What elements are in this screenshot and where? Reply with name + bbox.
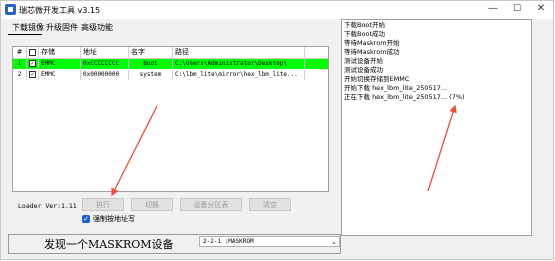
minimize-button[interactable]: — (481, 1, 505, 19)
clear-button[interactable]: 清空 (249, 198, 291, 211)
row-browse[interactable] (305, 70, 328, 80)
maximize-button[interactable]: ☐ (505, 1, 529, 19)
col-header-name: 名字 (129, 47, 173, 58)
partition-table: # 存储 地址 名字 路径 1 ✓ EMMC 0xCCCCCCCC Boot C… (12, 46, 329, 192)
log-line: 下载Boot成功 (344, 30, 385, 38)
col-header-storage: 存储 (39, 47, 81, 58)
row-checkbox[interactable]: ✓ (29, 60, 36, 67)
col-header-num: # (13, 47, 27, 58)
tab-advanced[interactable]: 高级功能 (81, 22, 113, 33)
device-select[interactable]: 2-2-1 :MASKROM ⌄ (199, 236, 340, 247)
tab-upgrade-firmware[interactable]: 升级固件 (46, 22, 78, 33)
col-header-path: 路径 (173, 47, 305, 58)
row-check-cell[interactable]: ✓ (27, 59, 39, 69)
device-partition-table-button[interactable]: 设备分区表 (180, 198, 242, 211)
log-line: 等待Maskrom开始 (344, 39, 400, 47)
table-row[interactable]: 1 ✓ EMMC 0xCCCCCCCC Boot C:\Users\Admini… (13, 59, 328, 69)
app-logo-icon (5, 4, 16, 15)
row-num: 1 (13, 59, 27, 69)
row-name: Boot (129, 59, 173, 69)
log-line: 开始切换存储到EMMC (344, 75, 410, 83)
active-tab-indicator (8, 34, 42, 35)
row-check-cell[interactable]: ✓ (27, 70, 39, 80)
force-address-write-label: 强制按地址写 (93, 215, 135, 223)
loader-version: Loader Ver:1.11 (18, 202, 77, 210)
chevron-down-icon: ⌄ (331, 238, 337, 246)
log-line: 等待Maskrom成功 (344, 48, 400, 56)
log-scrollbar[interactable] (533, 19, 541, 236)
tab-download-image[interactable]: 下载镜像 (12, 22, 44, 33)
log-line: 测试设备开始 (344, 57, 383, 65)
device-status-text: 发现一个MASKROM设备 (44, 238, 174, 251)
run-button[interactable]: 执行 (82, 198, 124, 211)
row-path[interactable]: C:\lbm_lite\mirror\hex_lbm_lite... (173, 70, 305, 80)
table-header: # 存储 地址 名字 路径 (13, 47, 328, 59)
window-title: 瑞芯微开发工具 v3.15 (19, 6, 101, 15)
row-browse[interactable] (305, 59, 328, 69)
log-line: 下载Boot开始 (344, 21, 385, 29)
log-line: 正在下载 hex_lbm_lite_250517... (7%) (344, 93, 465, 101)
switch-button[interactable]: 切换 (131, 198, 173, 211)
col-header-address: 地址 (81, 47, 129, 58)
row-num: 2 (13, 70, 27, 80)
row-address: 0xCCCCCCCC (81, 59, 129, 69)
row-address: 0x00000000 (81, 70, 129, 80)
log-line: 测试设备成功 (344, 66, 383, 74)
row-checkbox[interactable]: ✓ (29, 71, 36, 78)
log-line: 开始下载 hex_lbm_lite_250517... (344, 84, 448, 92)
title-bar: 瑞芯微开发工具 v3.15 — ☐ ✕ (1, 1, 553, 19)
col-header-extra (305, 47, 328, 58)
device-select-value: 2-2-1 :MASKROM (203, 238, 254, 245)
close-button[interactable]: ✕ (529, 1, 553, 19)
row-storage: EMMC (39, 59, 81, 69)
force-address-write-checkbox[interactable]: ✓ (82, 215, 90, 223)
table-row[interactable]: 2 ✓ EMMC 0x00000000 system C:\lbm_lite\m… (13, 70, 328, 80)
row-storage: EMMC (39, 70, 81, 80)
row-name: system (129, 70, 173, 80)
col-header-check[interactable] (27, 47, 39, 58)
select-all-checkbox[interactable] (29, 49, 36, 56)
log-panel[interactable]: 下载Boot开始 下载Boot成功 等待Maskrom开始 等待Maskrom成… (341, 19, 532, 236)
row-path[interactable]: C:\Users\Administrator\Desktop\ (173, 59, 305, 69)
